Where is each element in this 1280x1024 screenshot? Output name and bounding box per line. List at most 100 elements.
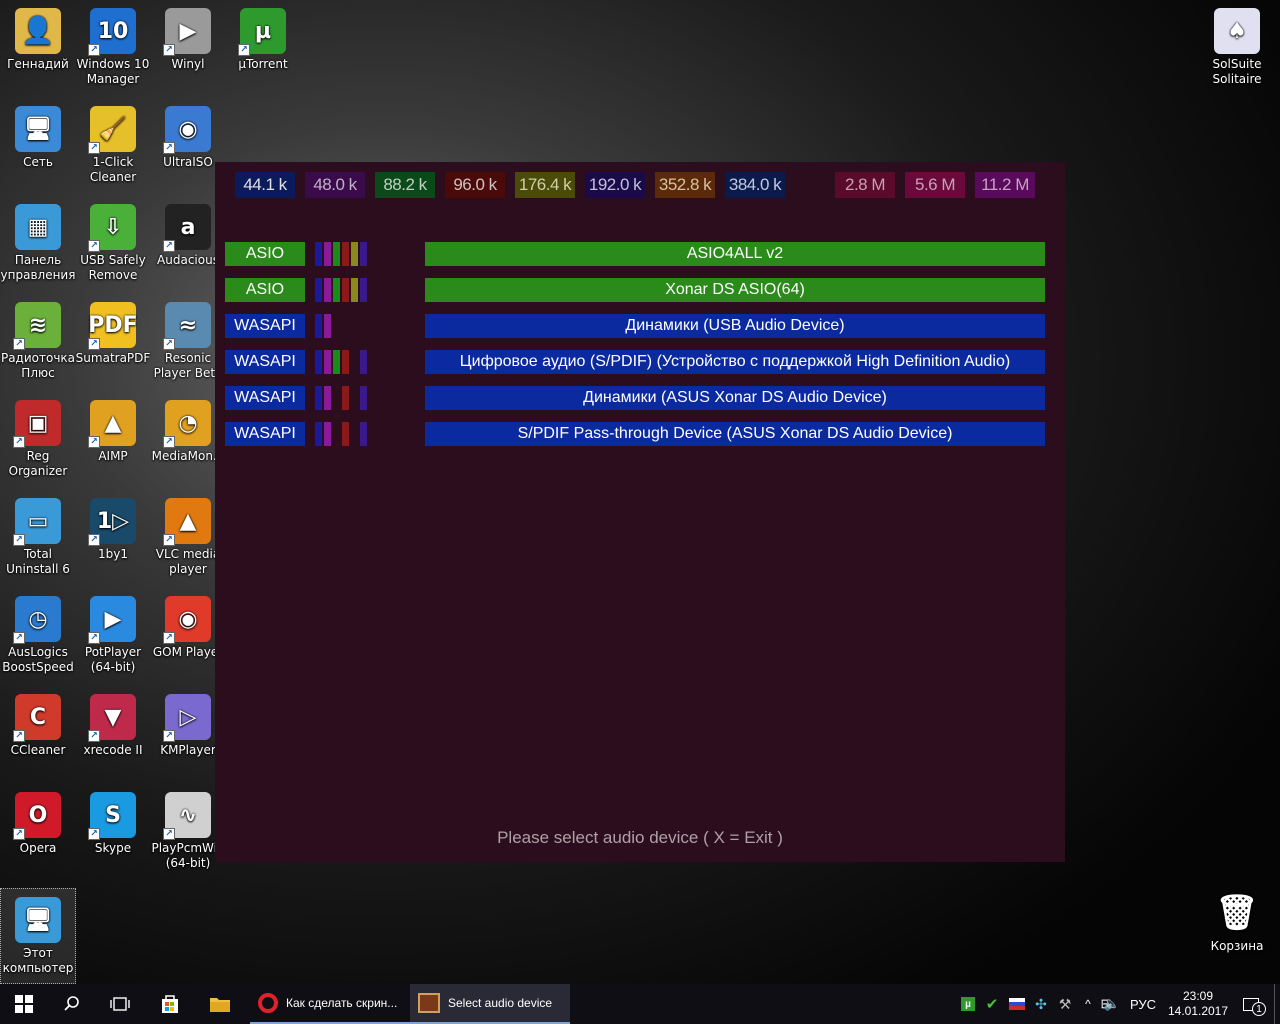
total-uninstall-6-icon: ▭ ↗ bbox=[13, 498, 61, 546]
панель-управления-icon: ▦ bbox=[15, 204, 61, 250]
радиоточка-плюс-icon: ≋ ↗ bbox=[13, 302, 61, 350]
desktop-icon-сеть[interactable]: 🖥 Сеть bbox=[0, 98, 76, 194]
desktop-icon-torrent[interactable]: µ ↗ µTorrent bbox=[225, 0, 301, 96]
desktop-icon-ccleaner[interactable]: C ↗ CCleaner bbox=[0, 686, 76, 782]
audio-device-selector-window: 44.1 k 48.0 k 88.2 k 96.0 k 176.4 k 192.0 k 35… bbox=[215, 162, 1065, 862]
task-view-button[interactable] bbox=[96, 984, 144, 1024]
desktop-icon-opera[interactable]: O ↗ Opera bbox=[0, 784, 76, 880]
russian-flag-icon[interactable] bbox=[1006, 984, 1028, 1024]
shortcut-arrow-icon: ↗ bbox=[163, 534, 175, 546]
sample-rate-button[interactable]: 192.0 k bbox=[585, 172, 645, 198]
rate-indicator-bar bbox=[342, 386, 349, 410]
device-type-label[interactable]: WASAPI bbox=[225, 350, 305, 374]
aimp-icon: ▲ ↗ bbox=[88, 400, 136, 448]
vlc-media-player-icon: ▲ ↗ bbox=[163, 498, 211, 546]
desktop-icon-label: Радиоточка Плюс bbox=[0, 351, 76, 380]
rate-indicator-bar bbox=[324, 422, 331, 446]
sample-rate-button[interactable]: 96.0 k bbox=[445, 172, 505, 198]
desktop-icon-windows-10-manager[interactable]: 10 ↗ Windows 10 Manager bbox=[75, 0, 151, 96]
sample-rate-button[interactable]: 2.8 M bbox=[835, 172, 895, 198]
desktop-icon-label: Корзина bbox=[1210, 939, 1264, 953]
shortcut-arrow-icon: ↗ bbox=[88, 436, 100, 448]
sample-rate-button[interactable]: 384.0 k bbox=[725, 172, 785, 198]
sample-rate-button[interactable]: 5.6 M bbox=[905, 172, 965, 198]
desktop-icon-1-click-cleaner[interactable]: 🧹 ↗ 1-Click Cleaner bbox=[75, 98, 151, 194]
search-button[interactable] bbox=[48, 984, 96, 1024]
volume-icon[interactable]: 🔈 bbox=[1102, 984, 1122, 1024]
desktop-icon-label: xrecode II bbox=[83, 743, 143, 757]
sample-rate-button[interactable]: 44.1 k bbox=[235, 172, 295, 198]
notifications-button[interactable]: 1 bbox=[1236, 984, 1266, 1024]
desktop-icon-total-uninstall-6[interactable]: ▭ ↗ Total Uninstall 6 bbox=[0, 490, 76, 586]
desktop-icon-xrecode-ii[interactable]: ▼ ↗ xrecode II bbox=[75, 686, 151, 782]
desktop-icon-label: GOM Player bbox=[152, 645, 224, 659]
desktop-icon-auslogics-boostspeed[interactable]: ◷ ↗ AusLogics BoostSpeed bbox=[0, 588, 76, 684]
desktop-icon-winyl[interactable]: ▶ ↗ Winyl bbox=[150, 0, 226, 96]
shortcut-arrow-icon: ↗ bbox=[163, 436, 175, 448]
mediamon-icon: ◔ ↗ bbox=[163, 400, 211, 448]
device-type-label[interactable]: ASIO bbox=[225, 242, 305, 266]
desktop-icon-solsuite-solitaire[interactable]: ♠ SolSuite Solitaire bbox=[1199, 0, 1275, 96]
app-icon bbox=[418, 993, 440, 1013]
desktop-icon-aimp[interactable]: ▲ ↗ AIMP bbox=[75, 392, 151, 488]
device-select-button[interactable]: Цифровое аудио (S/PDIF) (Устройство с по… bbox=[425, 350, 1045, 374]
start-button[interactable] bbox=[0, 984, 48, 1024]
rate-indicator-bar bbox=[351, 278, 358, 302]
device-type-label[interactable]: WASAPI bbox=[225, 422, 305, 446]
sample-rate-button[interactable]: 88.2 k bbox=[375, 172, 435, 198]
playpcmwin-64-bit-icon: ∿ ↗ bbox=[163, 792, 211, 840]
sample-rate-button[interactable]: 11.2 M bbox=[975, 172, 1035, 198]
desktop-icon-label: SolSuite Solitaire bbox=[1212, 57, 1262, 86]
taskbar-app-button[interactable]: Select audio device bbox=[410, 984, 570, 1024]
device-select-button[interactable]: Динамики (USB Audio Device) bbox=[425, 314, 1045, 338]
supported-rates-indicator bbox=[315, 314, 371, 338]
rate-indicator-bar bbox=[360, 350, 367, 374]
desktop-icon-1by1[interactable]: 1▷ ↗ 1by1 bbox=[75, 490, 151, 586]
rate-indicator-bar bbox=[315, 422, 322, 446]
rate-indicator-bar bbox=[342, 350, 349, 374]
usb-remove-tray-icon[interactable]: ✔ bbox=[982, 984, 1002, 1024]
desktop-icon-label: Windows 10 Manager bbox=[76, 57, 150, 86]
device-type-label[interactable]: WASAPI bbox=[225, 386, 305, 410]
desktop-icon-панель-управления[interactable]: ▦ Панель управления bbox=[0, 196, 76, 292]
desktop-icon-корзина[interactable]: 🗑 Корзина bbox=[1199, 882, 1275, 978]
desktop-icon-label: Skype bbox=[94, 841, 132, 855]
sample-rate-button[interactable]: 176.4 k bbox=[515, 172, 575, 198]
file-explorer-button[interactable] bbox=[196, 984, 244, 1024]
rate-indicator-bar bbox=[333, 350, 340, 374]
device-select-button[interactable]: Xonar DS ASIO(64) bbox=[425, 278, 1045, 302]
shortcut-arrow-icon: ↗ bbox=[13, 632, 25, 644]
device-select-button[interactable]: ASIO4ALL v2 bbox=[425, 242, 1045, 266]
network-app-tray-icon[interactable]: ✣ bbox=[1030, 984, 1052, 1024]
sample-rate-button[interactable]: 352.8 k bbox=[655, 172, 715, 198]
desktop-icon-skype[interactable]: S ↗ Skype bbox=[75, 784, 151, 880]
device-select-button[interactable]: S/PDIF Pass-through Device (ASUS Xonar D… bbox=[425, 422, 1045, 446]
desktop-icon-usb-safely-remove[interactable]: ⇩ ↗ USB Safely Remove bbox=[75, 196, 151, 292]
clock[interactable]: 23:09 14.01.2017 bbox=[1162, 984, 1234, 1024]
корзина-icon: 🗑 bbox=[1215, 892, 1259, 933]
sample-rate-button[interactable]: 48.0 k bbox=[305, 172, 365, 198]
taskbar-app-button[interactable]: Как сделать скрин... bbox=[250, 984, 410, 1024]
rate-indicator-bar bbox=[342, 278, 349, 302]
store-button[interactable] bbox=[146, 984, 194, 1024]
device-type-label[interactable]: WASAPI bbox=[225, 314, 305, 338]
device-type-label[interactable]: ASIO bbox=[225, 278, 305, 302]
desktop-icon-label: Total Uninstall 6 bbox=[6, 547, 70, 576]
input-language[interactable]: РУС bbox=[1124, 984, 1162, 1024]
desktop-icon-радиоточка-плюс[interactable]: ≋ ↗ Радиоточка Плюс bbox=[0, 294, 76, 390]
desktop-icon-reg-organizer[interactable]: ▣ ↗ Reg Organizer bbox=[0, 392, 76, 488]
desktop-icon-этот-компьютер[interactable]: 🖥 Этот компьютер bbox=[0, 888, 76, 984]
taskbar: Как сделать скрин... Select audio device … bbox=[0, 984, 1280, 1024]
desktop-icon-геннадий[interactable]: 👤 Геннадий bbox=[0, 0, 76, 96]
desktop-icon-sumatrapdf[interactable]: PDF ↗ SumatraPDF bbox=[75, 294, 151, 390]
shortcut-arrow-icon: ↗ bbox=[163, 240, 175, 252]
device-select-button[interactable]: Динамики (ASUS Xonar DS Audio Device) bbox=[425, 386, 1045, 410]
show-desktop-button[interactable] bbox=[1274, 984, 1280, 1024]
show-hidden-icons-chevron-icon[interactable]: ^ bbox=[1078, 984, 1098, 1024]
shortcut-arrow-icon: ↗ bbox=[238, 44, 250, 56]
desktop-icon-potplayer-64-bit[interactable]: ▶ ↗ PotPlayer (64-bit) bbox=[75, 588, 151, 684]
desktop-icon-label: PotPlayer (64-bit) bbox=[84, 645, 142, 674]
desktop-icon-label: Audacious bbox=[157, 253, 219, 267]
tool-tray-icon[interactable]: ⚒ bbox=[1054, 984, 1076, 1024]
utorrent-tray-icon[interactable]: µ bbox=[958, 984, 978, 1024]
